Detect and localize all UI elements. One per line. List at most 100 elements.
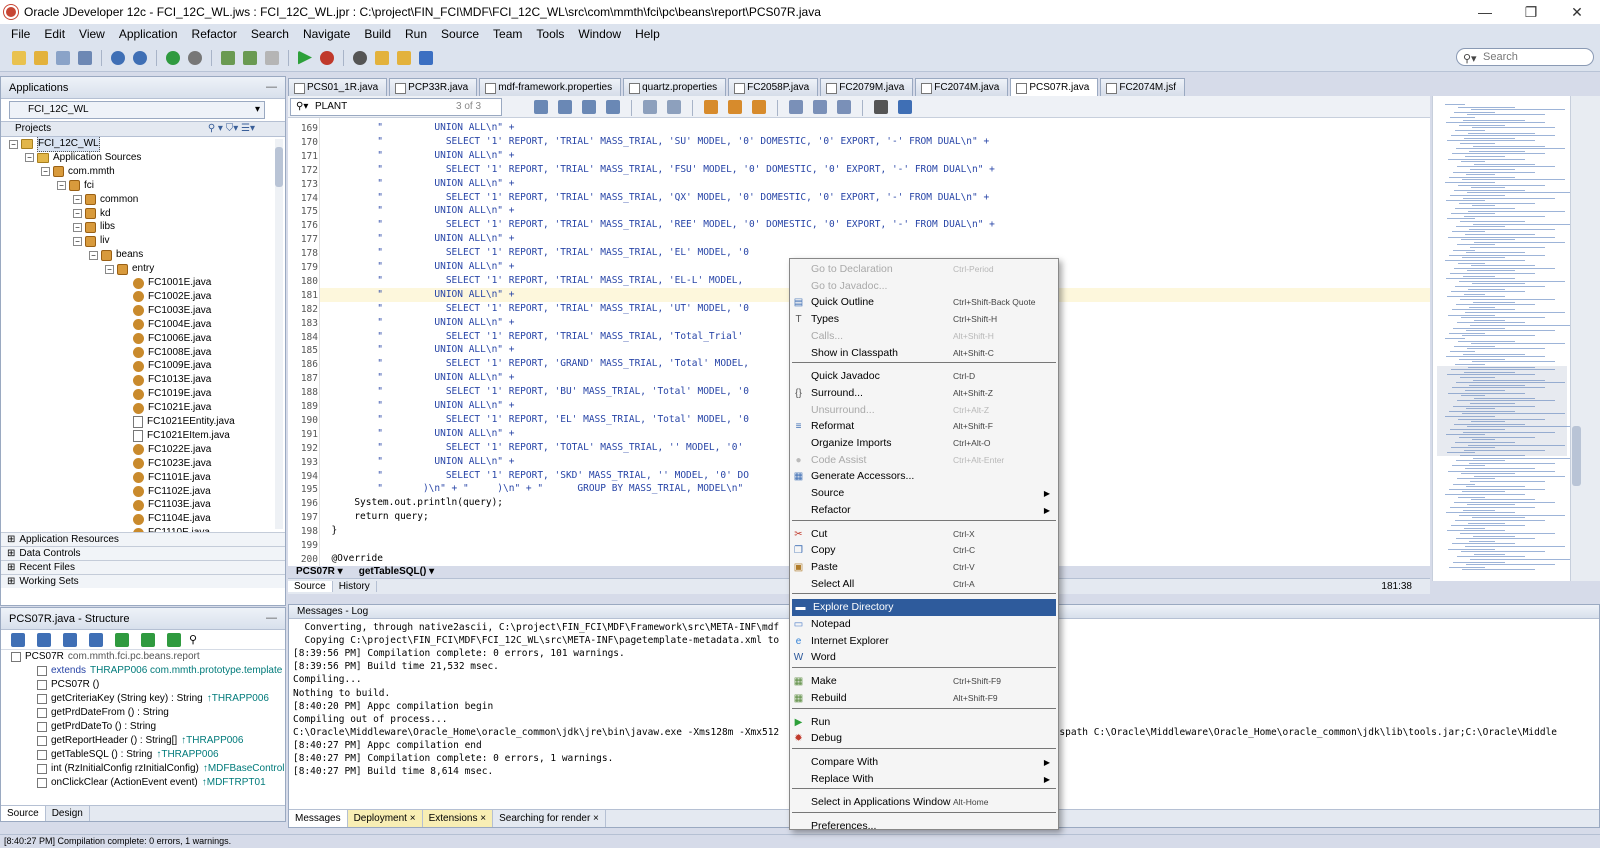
show-public-icon[interactable]: [167, 632, 181, 647]
find-next-icon[interactable]: [558, 100, 572, 114]
show-methods-icon[interactable]: [63, 632, 77, 647]
menu-file[interactable]: File: [4, 27, 37, 41]
breadcrumb-item[interactable]: getTableSQL() ▾: [351, 566, 442, 577]
breadcrumb-item[interactable]: PCS07R ▾: [288, 566, 351, 577]
tree-node[interactable]: − beans: [89, 248, 143, 262]
application-combo[interactable]: FCI_12C_WL ▾: [9, 101, 265, 119]
tree-node[interactable]: FC1102E.java: [121, 485, 211, 499]
menu-item-show-in-classpath[interactable]: Show in Classpath Alt+Shift-C: [790, 345, 1058, 362]
spell-icon[interactable]: [752, 100, 766, 114]
menu-help[interactable]: Help: [628, 27, 667, 41]
find-prev-icon[interactable]: [534, 100, 548, 114]
menu-item-quick-javadoc[interactable]: Quick Javadoc Ctrl-D: [790, 368, 1058, 385]
close-icon[interactable]: ✕: [1554, 0, 1600, 24]
tab-history[interactable]: History: [332, 581, 377, 592]
menu-build[interactable]: Build: [357, 27, 398, 41]
structure-item[interactable]: PCS07R com.mmth.fci.pc.beans.report: [11, 650, 200, 664]
binoculars-icon[interactable]: [353, 50, 367, 65]
tree-node[interactable]: FC1104E.java: [121, 512, 211, 526]
menu-navigate[interactable]: Navigate: [296, 27, 357, 41]
expand-icon[interactable]: −: [73, 209, 82, 218]
expand-icon[interactable]: −: [73, 222, 82, 232]
minimize-panel-icon[interactable]: —: [266, 81, 277, 93]
menu-tools[interactable]: Tools: [529, 27, 571, 41]
expand-icon[interactable]: −: [73, 195, 82, 205]
structure-item[interactable]: onClickClear (ActionEvent event) ↑MDFTRP…: [37, 776, 266, 790]
tree-node[interactable]: FC1022E.java: [121, 443, 211, 457]
menu-item-select-all[interactable]: Select All Ctrl-A: [790, 576, 1058, 593]
expand-icon[interactable]: −: [57, 181, 66, 191]
debug-icon[interactable]: [320, 50, 334, 65]
tab-source[interactable]: Source: [1, 806, 46, 821]
redo-icon[interactable]: [133, 50, 147, 65]
menu-item-explore-directory[interactable]: ▬ Explore Directory: [792, 599, 1056, 617]
menu-item-debug[interactable]: ✹ Debug: [790, 730, 1058, 747]
show-inherited-icon[interactable]: [115, 632, 129, 647]
section-working-sets[interactable]: ⊞ Working Sets: [1, 574, 285, 588]
tab-source[interactable]: Source: [288, 581, 333, 592]
tree-node[interactable]: − Application Sources: [25, 151, 141, 165]
tree-node[interactable]: FC1009E.java: [121, 359, 211, 373]
menu-item-cut[interactable]: ✂ Cut Ctrl-X: [790, 526, 1058, 543]
tree-node[interactable]: − fci: [57, 179, 94, 193]
menu-application[interactable]: Application: [112, 27, 185, 41]
code-overview-pane[interactable]: [1432, 96, 1575, 581]
save-all-icon[interactable]: [78, 50, 92, 65]
menu-item-organize-imports[interactable]: Organize Imports Ctrl+Alt-O: [790, 435, 1058, 452]
editor-scrollbar[interactable]: [1570, 96, 1582, 581]
tree-node[interactable]: FC1021EEntity.java: [121, 415, 235, 429]
new-icon[interactable]: [12, 50, 26, 65]
tree-node[interactable]: − kd: [73, 207, 111, 221]
tree-node[interactable]: FC1006E.java: [121, 332, 211, 346]
tab-pcp33r-java[interactable]: PCP33R.java: [389, 78, 478, 96]
tree-node[interactable]: FC1003E.java: [121, 304, 211, 318]
sort-icon[interactable]: [11, 632, 25, 647]
minimize-panel-icon[interactable]: —: [266, 612, 277, 624]
section-application-resources[interactable]: ⊞ Application Resources: [1, 532, 285, 546]
open-icon[interactable]: [34, 50, 48, 65]
structure-item[interactable]: PCS07R (): [37, 678, 99, 692]
expand-icon[interactable]: −: [105, 264, 114, 274]
maximize-icon[interactable]: ❐: [1508, 0, 1554, 24]
menu-item-make[interactable]: ▦ Make Ctrl+Shift-F9: [790, 673, 1058, 690]
structure-item[interactable]: int (RzInitialConfig rzInitialConfig) ↑M…: [37, 762, 285, 776]
menu-item-replace-with[interactable]: Replace With ▶: [790, 771, 1058, 788]
word-icon[interactable]: [419, 50, 433, 65]
tree-node[interactable]: FC1110E.java: [121, 526, 210, 532]
structure-item[interactable]: getReportHeader () : String[] ↑THRAPP006: [37, 734, 243, 748]
show-overrides-icon[interactable]: [141, 632, 155, 647]
outline-icon[interactable]: [874, 100, 888, 114]
menu-item-refactor[interactable]: Refactor ▶: [790, 502, 1058, 519]
tree-node[interactable]: − libs: [73, 220, 115, 234]
menu-window[interactable]: Window: [571, 27, 628, 41]
highlight-icon[interactable]: [582, 100, 596, 114]
menu-item-copy[interactable]: ❐ Copy Ctrl-C: [790, 542, 1058, 559]
menu-team[interactable]: Team: [486, 27, 529, 41]
menu-item-paste[interactable]: ▣ Paste Ctrl-V: [790, 559, 1058, 576]
tree-node[interactable]: FC1019E.java: [121, 387, 211, 401]
tab-fc2079m-java[interactable]: FC2079M.java: [820, 78, 914, 96]
tree-node[interactable]: − com.mmth: [41, 165, 115, 179]
tab-mdf-framework-properties[interactable]: mdf-framework.properties: [479, 78, 622, 96]
tree-scrollbar[interactable]: [275, 139, 283, 529]
rebuild-icon[interactable]: [243, 50, 257, 65]
tab-quartz-properties[interactable]: quartz.properties: [623, 78, 727, 96]
menu-item-preferences[interactable]: Preferences...: [790, 818, 1058, 835]
tree-node[interactable]: FC1004E.java: [121, 318, 211, 332]
tree-node[interactable]: FC1101E.java: [121, 471, 211, 485]
tab-fc2074m-jsf[interactable]: FC2074M.jsf: [1100, 78, 1186, 96]
forward-icon[interactable]: [188, 50, 202, 65]
menu-refactor[interactable]: Refactor: [185, 27, 244, 41]
save-icon[interactable]: [56, 50, 70, 65]
menu-item-select-in-applications-window[interactable]: Select in Applications Window Alt-Home: [790, 794, 1058, 811]
global-search-input[interactable]: ⚲▾ Search: [1456, 48, 1594, 66]
tab-pcs07r-java[interactable]: PCS07R.java: [1010, 78, 1099, 96]
menu-item-compare-with[interactable]: Compare With ▶: [790, 754, 1058, 771]
section-data-controls[interactable]: ⊞ Data Controls: [1, 546, 285, 560]
menu-search[interactable]: Search: [244, 27, 296, 41]
tree-node[interactable]: − FCI_12C_WL: [9, 137, 100, 152]
tree-node[interactable]: − liv: [73, 234, 109, 248]
menu-item-types[interactable]: T Types Ctrl+Shift-H: [790, 311, 1058, 328]
overview-viewport[interactable]: [1437, 366, 1567, 456]
menu-edit[interactable]: Edit: [37, 27, 72, 41]
